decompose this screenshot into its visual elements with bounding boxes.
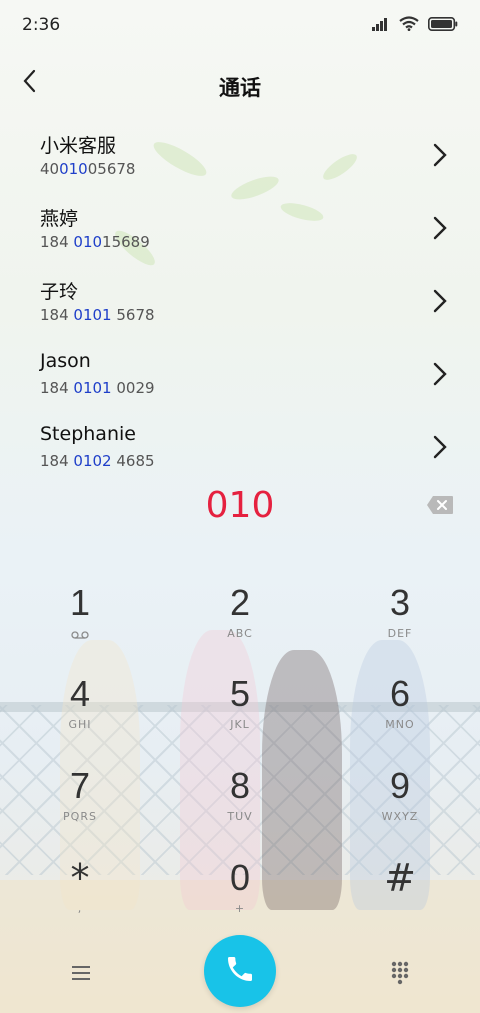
call-button[interactable]	[204, 935, 276, 1007]
key-letters: DEF	[387, 627, 413, 640]
page-title: 通话	[219, 76, 261, 100]
key-letters: WXYZ	[381, 810, 419, 823]
phone-icon	[224, 953, 256, 989]
key-digit: 3	[389, 582, 411, 623]
contact-row[interactable]: 小米客服 4001005678	[0, 118, 480, 191]
key-digit: 8	[229, 765, 251, 806]
signal-icon	[372, 16, 390, 35]
key-letters: ABC	[227, 627, 253, 640]
key-letters: GHI	[68, 718, 92, 731]
key-digit: 0	[229, 857, 251, 898]
key-digit: 6	[389, 673, 411, 714]
chevron-right-icon[interactable]	[430, 361, 450, 387]
header: 通话	[0, 60, 480, 110]
contact-row[interactable]: Jason 184 0101 0029	[0, 337, 480, 410]
key-1[interactable]: 1	[0, 578, 160, 658]
key-2[interactable]: 2 ABC	[160, 578, 320, 658]
key-letters: MNO	[385, 718, 415, 731]
dial-display: 010	[0, 483, 480, 533]
matched-digits: 010	[59, 160, 88, 178]
contact-name: 燕婷	[40, 208, 79, 230]
menu-icon	[66, 966, 96, 989]
key-9[interactable]: 9 WXYZ	[320, 761, 480, 841]
contact-name: 子玲	[40, 281, 79, 303]
contact-name: Stephanie	[40, 423, 136, 445]
contact-name: Jason	[40, 350, 91, 372]
matched-digits: 010	[73, 233, 103, 251]
contact-number: 184 0101 5678	[40, 306, 155, 324]
status-icons	[372, 16, 458, 35]
key-letters: TUV	[227, 810, 253, 823]
backspace-button[interactable]	[426, 495, 454, 515]
dialed-number: 010	[205, 485, 275, 526]
menu-button[interactable]	[66, 961, 96, 985]
contact-number: 184 01015689	[40, 233, 150, 251]
key-digit: 4	[69, 673, 91, 714]
key-3[interactable]: 3 DEF	[320, 578, 480, 658]
key-digit: 5	[229, 673, 251, 714]
contact-number: 184 0101 0029	[40, 379, 155, 397]
key-letters: +	[234, 902, 246, 915]
key-star[interactable]: * ,	[0, 853, 160, 933]
key-letters: PQRS	[63, 810, 97, 823]
chevron-right-icon[interactable]	[430, 215, 450, 241]
wifi-icon	[399, 16, 419, 35]
key-digit: *	[70, 856, 90, 900]
chevron-right-icon[interactable]	[430, 288, 450, 314]
matched-digits: 0102	[73, 452, 112, 466]
key-hash[interactable]: #	[320, 853, 480, 933]
status-time: 2:36	[22, 15, 61, 35]
matched-digits: 0101	[73, 379, 112, 397]
chevron-right-icon[interactable]	[430, 142, 450, 168]
contact-row[interactable]: 子玲 184 0101 5678	[0, 264, 480, 337]
backspace-icon	[426, 496, 454, 519]
chevron-right-icon[interactable]	[430, 434, 450, 460]
key-digit: 9	[389, 765, 411, 806]
contact-number: 4001005678	[40, 160, 136, 178]
dialpad-icon	[386, 961, 414, 991]
contact-name: 小米客服	[40, 135, 117, 157]
voicemail-icon	[0, 628, 160, 640]
key-digit: 7	[69, 765, 91, 806]
contact-number: 184 0102 4685	[40, 452, 155, 466]
contact-suggestion-list: 小米客服 4001005678 燕婷 184 01015689 子玲 184 0…	[0, 118, 480, 466]
key-digit: #	[384, 856, 416, 900]
status-bar: 2:36	[0, 0, 480, 52]
bottom-bar	[0, 935, 480, 1013]
key-0[interactable]: 0 +	[160, 853, 320, 933]
dialpad-toggle-button[interactable]	[386, 959, 414, 987]
key-digit: 2	[229, 582, 251, 623]
key-5[interactable]: 5 JKL	[160, 669, 320, 749]
key-7[interactable]: 7 PQRS	[0, 761, 160, 841]
matched-digits: 0101	[73, 306, 112, 324]
battery-icon	[428, 16, 458, 35]
contact-row[interactable]: 燕婷 184 01015689	[0, 191, 480, 264]
key-6[interactable]: 6 MNO	[320, 669, 480, 749]
key-letters: ,	[77, 902, 83, 915]
key-digit: 1	[69, 582, 91, 623]
contact-row[interactable]: Stephanie 184 0102 4685	[0, 410, 480, 466]
key-4[interactable]: 4 GHI	[0, 669, 160, 749]
key-8[interactable]: 8 TUV	[160, 761, 320, 841]
key-letters: JKL	[230, 718, 250, 731]
